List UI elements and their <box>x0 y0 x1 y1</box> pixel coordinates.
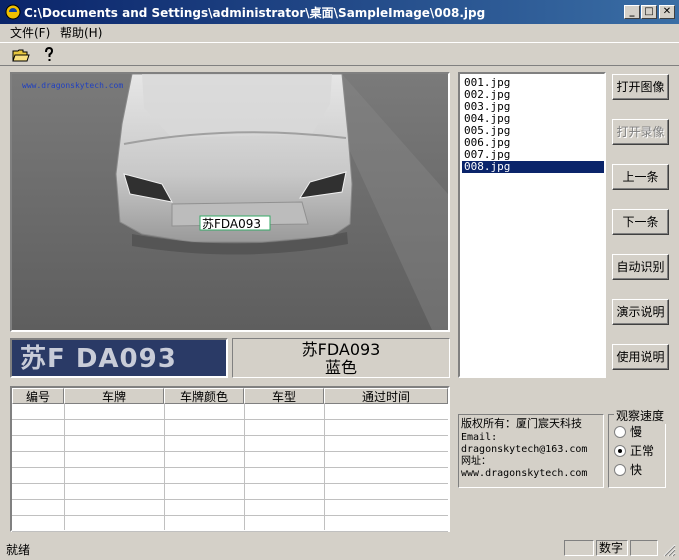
usage-button[interactable]: 使用说明 <box>612 344 669 370</box>
prev-button[interactable]: 上一条 <box>612 164 669 190</box>
grid-line <box>64 404 65 530</box>
close-button[interactable]: ✕ <box>659 5 675 19</box>
url-value: www.dragonskytech.com <box>461 468 588 479</box>
table-row[interactable] <box>12 468 448 484</box>
plate-crop: 苏F DA093 <box>10 338 228 378</box>
speed-slow-label[interactable]: 慢 <box>630 425 642 439</box>
result-color: 蓝色 <box>324 358 357 377</box>
result-plate: 苏FDA093 <box>301 340 381 359</box>
file-list[interactable]: 001.jpg 002.jpg 003.jpg 004.jpg 005.jpg … <box>458 72 606 378</box>
speed-normal-radio[interactable] <box>614 445 626 457</box>
table-row[interactable] <box>12 404 448 420</box>
car-photo: 苏FDA093 www.dragonskytech.com <box>12 74 448 330</box>
plate-overlay-text: 苏FDA093 <box>202 217 261 231</box>
next-button[interactable]: 下一条 <box>612 209 669 235</box>
title-bar[interactable]: C:\Documents and Settings\administrator\… <box>0 0 679 24</box>
help-icon <box>45 46 54 61</box>
watermark-text: www.dragonskytech.com <box>22 81 123 90</box>
table-row[interactable] <box>12 452 448 468</box>
copyright-owner: 版权所有：厦门宸天科技 <box>461 417 582 430</box>
open-file-button[interactable] <box>10 45 32 65</box>
window-title: C:\Documents and Settings\administrator\… <box>24 6 486 20</box>
maximize-button[interactable]: □ <box>641 5 657 19</box>
speed-fast-radio[interactable] <box>614 464 626 476</box>
table-row[interactable] <box>12 516 448 532</box>
copyright-panel: 版权所有：厦门宸天科技 Email: dragonskytech@163.com… <box>458 414 604 488</box>
car-image: 苏FDA093 www.dragonskytech.com <box>12 74 448 330</box>
col-header-number[interactable]: 编号 <box>12 388 64 404</box>
minimize-button[interactable]: _ <box>624 5 640 19</box>
open-image-button[interactable]: 打开图像 <box>612 74 669 100</box>
col-header-pass-time[interactable]: 通过时间 <box>324 388 448 404</box>
table-row[interactable] <box>12 420 448 436</box>
help-button[interactable] <box>38 45 60 65</box>
col-header-plate[interactable]: 车牌 <box>64 388 164 404</box>
email-value: dragonskytech@163.com <box>461 444 588 455</box>
table-row[interactable] <box>12 484 448 500</box>
auto-recognize-button[interactable]: 自动识别 <box>612 254 669 280</box>
recognition-result: 苏FDA093 蓝色 <box>232 338 450 378</box>
open-video-button[interactable]: 打开录像 <box>612 119 669 145</box>
speed-group-title: 观察速度 <box>614 407 667 424</box>
grid-line <box>244 404 245 530</box>
speed-slow-radio[interactable] <box>614 426 626 438</box>
plate-crop-text: 苏F DA093 <box>20 344 177 374</box>
file-list-item-selected[interactable]: 008.jpg <box>462 161 604 173</box>
demo-button[interactable]: 演示说明 <box>612 299 669 325</box>
table-row[interactable] <box>12 500 448 516</box>
col-header-vehicle-type[interactable]: 车型 <box>244 388 324 404</box>
status-numlock: 数字 <box>596 540 628 556</box>
email-label: Email: <box>461 432 498 443</box>
menu-bar: 文件(F) 帮助(H) <box>0 24 679 42</box>
status-panel-empty-2 <box>630 540 658 556</box>
table-row[interactable] <box>12 436 448 452</box>
col-header-plate-color[interactable]: 车牌颜色 <box>164 388 244 404</box>
status-panel-empty <box>564 540 594 556</box>
open-folder-icon <box>12 49 30 62</box>
minimize-icon: _ <box>629 6 635 17</box>
maximize-icon: □ <box>644 6 654 17</box>
grid-line <box>164 404 165 530</box>
radio-selected-dot <box>618 449 622 453</box>
url-label: 网址： <box>461 456 491 467</box>
results-table[interactable]: 编号 车牌 车牌颜色 车型 通过时间 <box>10 386 450 532</box>
toolbar <box>0 42 679 66</box>
app-icon <box>5 4 21 20</box>
resize-grip-icon[interactable] <box>662 543 676 557</box>
menu-file[interactable]: 文件(F) <box>6 24 54 42</box>
close-icon: ✕ <box>662 6 672 17</box>
menu-help[interactable]: 帮助(H) <box>56 24 106 42</box>
speed-normal-label[interactable]: 正常 <box>630 444 654 458</box>
speed-fast-label[interactable]: 快 <box>630 463 642 477</box>
status-text: 就绪 <box>6 543 31 557</box>
grid-line <box>324 404 325 530</box>
